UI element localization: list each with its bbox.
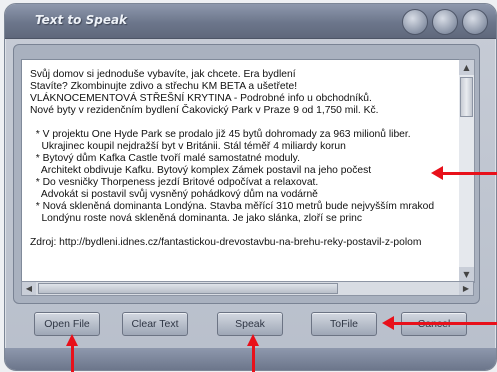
title-bar-buttons xyxy=(402,9,488,35)
text-line: Svůj domov si jednoduše vybavíte, jak ch… xyxy=(30,69,296,80)
clear-text-button[interactable]: Clear Text xyxy=(122,312,188,336)
annotation-arrow-speak-head xyxy=(247,334,259,346)
bottom-frame xyxy=(5,348,496,370)
scroll-up-icon[interactable]: ▲ xyxy=(459,60,474,75)
speak-button[interactable]: Speak xyxy=(217,312,283,336)
scroll-right-icon[interactable]: ▶ xyxy=(459,282,473,295)
vertical-scroll-thumb[interactable] xyxy=(460,77,473,117)
text-line: Nové byty v rezidenčním bydlení Čakovick… xyxy=(30,105,379,116)
to-file-button[interactable]: ToFile xyxy=(311,312,377,336)
title-bar[interactable]: Text to Speak xyxy=(5,4,496,39)
close-button[interactable] xyxy=(462,9,488,35)
text-line: * Do vesničky Thorpeness jezdí Britové o… xyxy=(30,177,319,188)
maximize-button[interactable] xyxy=(432,9,458,35)
annotation-arrow-tofile-line xyxy=(393,322,497,325)
text-line: Advokát si postavil svůj vysněný pohádko… xyxy=(30,189,318,200)
horizontal-scroll-thumb[interactable] xyxy=(38,283,338,294)
scroll-left-icon[interactable]: ◀ xyxy=(22,282,36,295)
annotation-arrow-text-line xyxy=(442,172,497,175)
window-title: Text to Speak xyxy=(35,13,128,27)
annotation-arrow-speak-line xyxy=(252,345,255,372)
text-line: Londýnu roste nová skleněná dominanta. J… xyxy=(30,213,362,224)
text-content: Svůj domov si jednoduše vybavíte, jak ch… xyxy=(30,69,458,249)
vertical-scrollbar[interactable]: ▲ ▼ xyxy=(459,59,475,283)
text-line: VLÁKNOCEMENTOVÁ STŘEŠNÍ KRYTINA - Podrob… xyxy=(30,93,372,104)
text-input-area[interactable]: Svůj domov si jednoduše vybavíte, jak ch… xyxy=(21,59,461,283)
annotation-arrow-openfile-head xyxy=(66,334,78,346)
text-line: Stavíte? Zkombinujte zdivo a střechu KM … xyxy=(30,81,298,92)
text-line: Ukrajinec koupil nejdražší byt v Británi… xyxy=(30,141,346,152)
text-line: Zdroj: http://bydleni.idnes.cz/fantastic… xyxy=(30,237,422,248)
open-file-button[interactable]: Open File xyxy=(34,312,100,336)
annotation-arrow-text-head xyxy=(431,166,443,180)
text-line: Architekt obdivuje Kafku. Bytový komplex… xyxy=(30,165,372,176)
annotation-arrow-openfile-line xyxy=(71,345,74,372)
minimize-button[interactable] xyxy=(402,9,428,35)
annotation-arrow-tofile-head xyxy=(382,316,394,330)
horizontal-scrollbar[interactable]: ◀ ▶ xyxy=(21,281,474,296)
scroll-down-icon[interactable]: ▼ xyxy=(459,267,474,282)
text-line: * Bytový dům Kafka Castle tvoří malé sam… xyxy=(30,153,300,164)
text-line: * V projektu One Hyde Park se prodalo ji… xyxy=(30,129,411,140)
text-line: * Nová skleněná dominanta Londýna. Stavb… xyxy=(30,201,435,212)
